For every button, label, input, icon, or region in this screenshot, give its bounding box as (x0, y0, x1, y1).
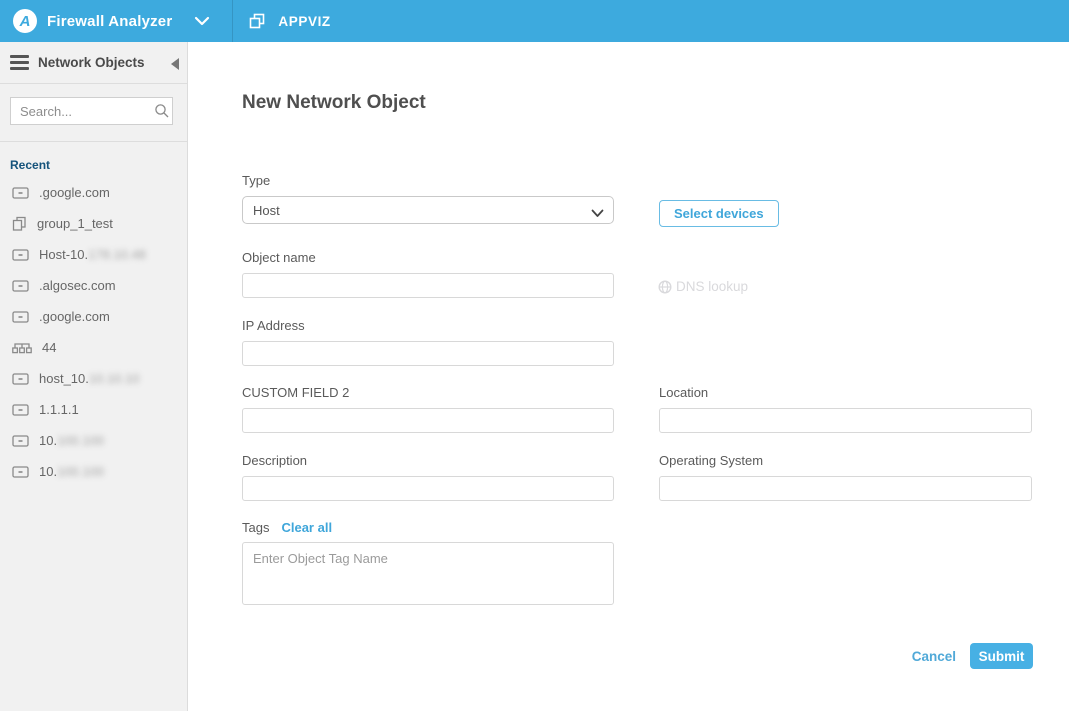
recent-list-item[interactable]: host_10.10.10.10 (0, 363, 187, 394)
location-field: Location (659, 385, 1032, 433)
type-label: Type (242, 173, 614, 188)
dns-lookup-label: DNS lookup (676, 279, 748, 294)
redacted-text: 178.10.48 (88, 247, 146, 262)
host-icon (12, 310, 29, 324)
appviz-label: APPVIZ (278, 14, 330, 29)
location-label: Location (659, 385, 1032, 400)
recent-list: .google.com group_1_test Host-10.178.10.48… (0, 177, 187, 487)
recent-item-label: 1.1.1.1 (39, 402, 79, 417)
recent-item-label: group_1_test (37, 216, 113, 231)
sidebar-header: Network Objects (0, 42, 187, 84)
type-field: Type Host (242, 173, 614, 224)
form-actions: Cancel Submit (912, 643, 1033, 669)
recent-item-label: Host-10.178.10.48 (39, 247, 146, 262)
custom-field-2-input[interactable] (242, 408, 614, 433)
page-title: New Network Object (242, 92, 426, 114)
menu-icon[interactable] (10, 52, 29, 73)
recent-section-label: Recent (10, 158, 187, 172)
recent-list-item[interactable]: Host-10.178.10.48 (0, 239, 187, 270)
custom-field-2: CUSTOM FIELD 2 (242, 385, 614, 433)
dns-lookup-button[interactable]: DNS lookup (658, 279, 748, 294)
globe-icon (658, 280, 672, 294)
app-root: A Firewall Analyzer APPVIZ Network Objec… (0, 0, 1069, 711)
recent-item-label: .google.com (39, 185, 110, 200)
algosec-logo-icon: A (13, 9, 37, 33)
operating-system-field: Operating System (659, 453, 1032, 501)
host-icon (12, 372, 29, 386)
host-icon (12, 186, 29, 200)
host-icon (12, 434, 29, 448)
operating-system-input[interactable] (659, 476, 1032, 501)
recent-list-item[interactable]: 44 (0, 332, 187, 363)
recent-item-label: .algosec.com (39, 278, 116, 293)
custom-field-2-label: CUSTOM FIELD 2 (242, 385, 614, 400)
recent-item-label: .google.com (39, 309, 110, 324)
object-name-field: Object name (242, 250, 614, 298)
group-icon (12, 216, 27, 231)
layers-icon (249, 13, 265, 29)
recent-list-item[interactable]: 1.1.1.1 (0, 394, 187, 425)
host-icon (12, 279, 29, 293)
redacted-text: 10.10.10 (89, 371, 140, 386)
description-field: Description (242, 453, 614, 501)
recent-list-item[interactable]: 10.100.100 (0, 456, 187, 487)
app-title: Firewall Analyzer (47, 13, 172, 30)
cancel-button[interactable]: Cancel (912, 649, 956, 664)
tags-input[interactable] (242, 542, 614, 605)
recent-list-item[interactable]: .algosec.com (0, 270, 187, 301)
ip-address-field: IP Address (242, 318, 614, 366)
network-icon (12, 341, 32, 355)
recent-item-label: 10.100.100 (39, 433, 104, 448)
recent-list-item[interactable]: .google.com (0, 301, 187, 332)
main-content: New Network Object Type Host Select devi… (189, 42, 1069, 711)
location-input[interactable] (659, 408, 1032, 433)
search-input[interactable] (10, 97, 173, 125)
recent-item-label: host_10.10.10.10 (39, 371, 139, 386)
ip-address-input[interactable] (242, 341, 614, 366)
object-name-input[interactable] (242, 273, 614, 298)
redacted-text: 100.100 (57, 433, 104, 448)
type-select[interactable]: Host (242, 196, 614, 224)
host-icon (12, 248, 29, 262)
ip-address-label: IP Address (242, 318, 614, 333)
description-input[interactable] (242, 476, 614, 501)
recent-item-label: 44 (42, 340, 56, 355)
host-icon (12, 465, 29, 479)
sidebar-collapse-arrow-icon[interactable] (171, 58, 179, 70)
object-name-label: Object name (242, 250, 614, 265)
recent-item-label: 10.100.100 (39, 464, 104, 479)
sidebar: Network Objects Recent .google.com group_… (0, 42, 188, 711)
app-switcher-chevron-down-icon[interactable] (194, 16, 210, 26)
sidebar-title: Network Objects (38, 55, 145, 70)
recent-list-item[interactable]: 10.100.100 (0, 425, 187, 456)
tags-label: Tags (242, 520, 269, 535)
host-icon (12, 403, 29, 417)
recent-list-item[interactable]: .google.com (0, 177, 187, 208)
operating-system-label: Operating System (659, 453, 1032, 468)
select-devices-button[interactable]: Select devices (659, 200, 779, 227)
submit-button[interactable]: Submit (970, 643, 1033, 669)
clear-all-link[interactable]: Clear all (281, 520, 332, 535)
appviz-nav-item[interactable]: APPVIZ (249, 13, 330, 29)
redacted-text: 100.100 (57, 464, 104, 479)
topbar-divider (232, 0, 233, 42)
recent-list-item[interactable]: group_1_test (0, 208, 187, 239)
top-navigation-bar: A Firewall Analyzer APPVIZ (0, 0, 1069, 42)
description-label: Description (242, 453, 614, 468)
tags-field: Tags Clear all (242, 520, 614, 610)
search-icon[interactable] (154, 103, 170, 124)
sidebar-search-section (0, 84, 187, 142)
